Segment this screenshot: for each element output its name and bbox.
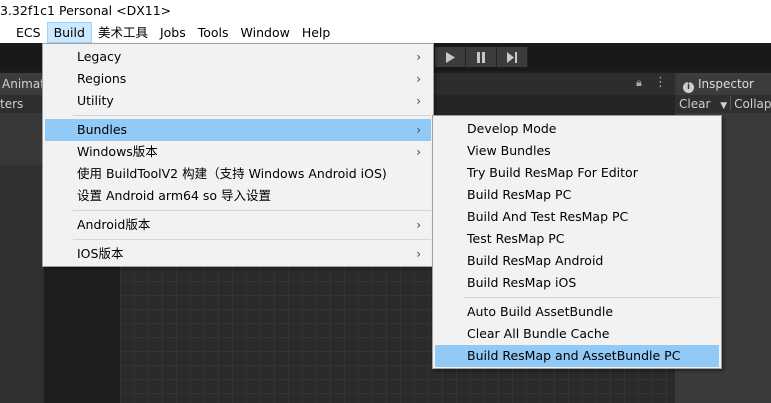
menu-item-windows-version[interactable]: Windows版本 › bbox=[45, 141, 431, 163]
menu-item-label: 设置 Android arm64 so 导入设置 bbox=[77, 188, 272, 203]
parameters-label[interactable]: ters bbox=[0, 95, 44, 113]
chevron-right-icon: › bbox=[416, 123, 421, 137]
menu-separator bbox=[463, 297, 719, 298]
chevron-right-icon: › bbox=[416, 94, 421, 108]
menu-item-build-resmap-and-assetbundle-pc[interactable]: Build ResMap and AssetBundle PC bbox=[435, 345, 719, 367]
menu-item-develop-mode[interactable]: Develop Mode bbox=[435, 118, 719, 140]
menu-item-legacy[interactable]: Legacy › bbox=[45, 46, 431, 68]
menu-art-tools[interactable]: 美术工具 bbox=[92, 22, 154, 43]
menu-ecs[interactable]: ECS bbox=[10, 22, 47, 43]
more-options-icon[interactable]: ⋮ bbox=[654, 75, 667, 90]
chevron-right-icon: › bbox=[416, 218, 421, 232]
menu-separator bbox=[73, 210, 431, 211]
menu-item-label: Clear All Bundle Cache bbox=[467, 326, 610, 341]
menu-window[interactable]: Window bbox=[235, 22, 296, 43]
lock-icon[interactable]: 🔒︎ bbox=[636, 76, 642, 90]
menu-item-build-resmap-android[interactable]: Build ResMap Android bbox=[435, 250, 719, 272]
menu-item-build-resmap-ios[interactable]: Build ResMap iOS bbox=[435, 272, 719, 294]
menu-item-label: Try Build ResMap For Editor bbox=[467, 165, 638, 180]
menu-item-view-bundles[interactable]: View Bundles bbox=[435, 140, 719, 162]
build-menu: Legacy › Regions › Utility › Bundles › W… bbox=[42, 43, 434, 267]
menu-item-ios-version[interactable]: IOS版本 › bbox=[45, 243, 431, 265]
menu-item-label: Windows版本 bbox=[77, 144, 158, 159]
left-panel-list bbox=[0, 165, 44, 403]
inspector-tab-label: Inspector bbox=[698, 77, 754, 91]
clear-button[interactable]: Clear bbox=[679, 97, 710, 111]
menu-item-label: View Bundles bbox=[467, 143, 551, 158]
menu-item-label: 使用 BuildToolV2 构建（支持 Windows Android iOS… bbox=[77, 166, 387, 181]
chevron-right-icon: › bbox=[416, 72, 421, 86]
menu-item-label: Utility bbox=[77, 93, 114, 108]
menu-item-build-tool-v2[interactable]: 使用 BuildToolV2 构建（支持 Windows Android iOS… bbox=[45, 163, 431, 185]
menu-item-label: Build ResMap Android bbox=[467, 253, 604, 268]
menu-jobs[interactable]: Jobs bbox=[154, 22, 192, 43]
left-panel: Animato ters bbox=[0, 73, 44, 403]
menu-tools[interactable]: Tools bbox=[192, 22, 235, 43]
play-button[interactable] bbox=[435, 47, 466, 67]
menu-item-label: Legacy bbox=[77, 49, 122, 64]
menu-item-label: Build And Test ResMap PC bbox=[467, 209, 629, 224]
menu-item-label: Bundles bbox=[77, 122, 128, 137]
menu-item-label: Auto Build AssetBundle bbox=[467, 304, 614, 319]
menubar-spacer bbox=[0, 22, 10, 43]
menu-item-label: IOS版本 bbox=[77, 246, 124, 261]
menu-item-bundles[interactable]: Bundles › bbox=[45, 119, 431, 141]
menu-item-label: Build ResMap PC bbox=[467, 187, 572, 202]
menu-bar: ECS Build 美术工具 Jobs Tools Window Help bbox=[0, 22, 771, 43]
menu-separator bbox=[73, 239, 431, 240]
menu-item-label: Build ResMap iOS bbox=[467, 275, 577, 290]
menu-build[interactable]: Build bbox=[46, 22, 92, 43]
inspector-controls: Clear ▼ Collap bbox=[675, 95, 771, 113]
tab-inspector[interactable]: i Inspector bbox=[677, 73, 771, 95]
menu-item-label: Regions bbox=[77, 71, 127, 86]
window-title-bar: 3.32f1c1 Personal <DX11> bbox=[0, 0, 771, 22]
menu-item-auto-build-assetbundle[interactable]: Auto Build AssetBundle bbox=[435, 301, 719, 323]
clear-dropdown-icon[interactable]: ▼ bbox=[720, 101, 727, 111]
divider bbox=[730, 96, 732, 110]
menu-item-label: Develop Mode bbox=[467, 121, 557, 136]
menu-item-regions[interactable]: Regions › bbox=[45, 68, 431, 90]
menu-item-label: Build ResMap and AssetBundle PC bbox=[467, 348, 681, 363]
menu-item-utility[interactable]: Utility › bbox=[45, 90, 431, 112]
menu-item-try-build-resmap-editor[interactable]: Try Build ResMap For Editor bbox=[435, 162, 719, 184]
menu-item-test-resmap-pc[interactable]: Test ResMap PC bbox=[435, 228, 719, 250]
menu-help[interactable]: Help bbox=[296, 22, 337, 43]
menu-item-android-arm64-settings[interactable]: 设置 Android arm64 so 导入设置 bbox=[45, 185, 431, 207]
scene-header: 🔒︎ ⋮ bbox=[420, 73, 676, 95]
menu-item-android-version[interactable]: Android版本 › bbox=[45, 214, 431, 236]
menu-item-build-and-test-resmap-pc[interactable]: Build And Test ResMap PC bbox=[435, 206, 719, 228]
chevron-right-icon: › bbox=[416, 247, 421, 261]
window-title: 3.32f1c1 Personal <DX11> bbox=[0, 3, 172, 18]
step-icon bbox=[506, 51, 517, 63]
bundles-submenu: Develop Mode View Bundles Try Build ResM… bbox=[432, 115, 722, 369]
chevron-right-icon: › bbox=[416, 145, 421, 159]
play-icon bbox=[446, 51, 455, 63]
playback-controls bbox=[435, 47, 528, 67]
menu-item-clear-bundle-cache[interactable]: Clear All Bundle Cache bbox=[435, 323, 719, 345]
tab-animator[interactable]: Animato bbox=[0, 73, 44, 95]
menu-separator bbox=[73, 115, 431, 116]
pause-icon bbox=[477, 51, 485, 63]
menu-item-label: Test ResMap PC bbox=[467, 231, 565, 246]
chevron-right-icon: › bbox=[416, 50, 421, 64]
info-icon: i bbox=[683, 82, 694, 93]
menu-item-label: Android版本 bbox=[77, 217, 151, 232]
collapse-button[interactable]: Collap bbox=[734, 97, 771, 111]
pause-button[interactable] bbox=[466, 47, 497, 67]
menu-item-build-resmap-pc[interactable]: Build ResMap PC bbox=[435, 184, 719, 206]
step-button[interactable] bbox=[497, 47, 528, 67]
